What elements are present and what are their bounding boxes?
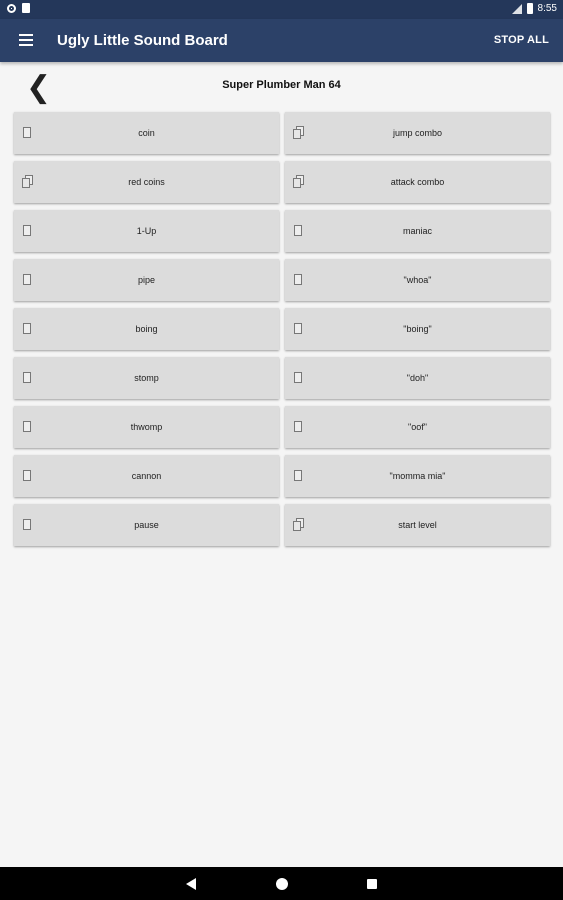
sound-button[interactable]: attack combo [285, 161, 550, 203]
sound-label: "boing" [403, 324, 432, 334]
sound-label: pause [134, 520, 159, 530]
sound-button[interactable]: maniac [285, 210, 550, 252]
sound-button[interactable]: "oof" [285, 406, 550, 448]
sound-button[interactable]: thwomp [14, 406, 279, 448]
sound-label: stomp [134, 373, 159, 383]
sound-label: pipe [137, 275, 155, 285]
sound-button[interactable]: coin [14, 112, 279, 154]
sound-button[interactable]: "momma mia" [285, 455, 550, 497]
status-bar: 8:55 [0, 0, 563, 19]
sound-label: "oof" [408, 422, 427, 432]
app-bar: Ugly Little Sound Board STOP ALL [0, 19, 563, 62]
sound-file-icon [293, 421, 302, 432]
signal-icon [511, 3, 522, 14]
sound-label: "whoa" [403, 275, 432, 285]
sound-label: "doh" [406, 373, 429, 383]
navigation-bar [0, 867, 563, 900]
sound-button[interactable]: jump combo [285, 112, 550, 154]
sound-file-icon [22, 274, 31, 285]
sd-card-icon [22, 3, 30, 13]
sound-button[interactable]: "doh" [285, 357, 550, 399]
notification-icon [7, 3, 16, 13]
sound-file-icon [22, 323, 31, 334]
sound-label: red coins [128, 177, 165, 187]
sound-files-icon [293, 518, 304, 531]
sound-file-icon [293, 470, 302, 481]
sound-label: cannon [131, 471, 162, 481]
sound-file-icon [22, 225, 31, 236]
sound-button[interactable]: stomp [14, 357, 279, 399]
sound-button[interactable]: 1-Up [14, 210, 279, 252]
sound-grid: coin jump combo red coins attack combo 1… [14, 112, 550, 546]
sound-button[interactable]: red coins [14, 161, 279, 203]
sound-label: thwomp [130, 422, 163, 432]
sound-button[interactable]: start level [285, 504, 550, 546]
sound-file-icon [293, 225, 302, 236]
sound-button[interactable]: "boing" [285, 308, 550, 350]
sound-label: "momma mia" [389, 471, 446, 481]
sound-file-icon [22, 421, 31, 432]
sound-file-icon [293, 274, 302, 285]
sound-file-icon [293, 372, 302, 383]
sound-file-icon [22, 470, 31, 481]
sound-label: 1-Up [136, 226, 157, 236]
menu-icon[interactable] [19, 34, 33, 46]
sound-label: maniac [402, 226, 432, 236]
nav-back-icon[interactable] [186, 878, 196, 890]
sound-files-icon [293, 126, 304, 139]
sound-button[interactable]: "whoa" [285, 259, 550, 301]
sound-label: start level [398, 520, 437, 530]
sound-file-icon [22, 372, 31, 383]
sound-button[interactable]: pause [14, 504, 279, 546]
nav-recents-icon[interactable] [367, 879, 377, 889]
sound-file-icon [22, 127, 31, 138]
sound-label: jump combo [392, 128, 443, 138]
sound-file-icon [293, 323, 302, 334]
stop-all-button[interactable]: STOP ALL [494, 34, 549, 46]
sound-files-icon [293, 175, 304, 188]
sound-button[interactable]: boing [14, 308, 279, 350]
nav-home-icon[interactable] [276, 878, 288, 890]
sound-files-icon [22, 175, 33, 188]
sound-button[interactable]: cannon [14, 455, 279, 497]
page-title: Super Plumber Man 64 [222, 79, 341, 91]
battery-icon [526, 3, 533, 14]
sound-label: attack combo [390, 177, 445, 187]
app-title: Ugly Little Sound Board [57, 32, 228, 49]
sound-label: coin [138, 128, 155, 138]
status-time: 8:55 [537, 3, 557, 14]
sound-file-icon [22, 519, 31, 530]
sound-button[interactable]: pipe [14, 259, 279, 301]
sound-label: boing [135, 324, 158, 334]
